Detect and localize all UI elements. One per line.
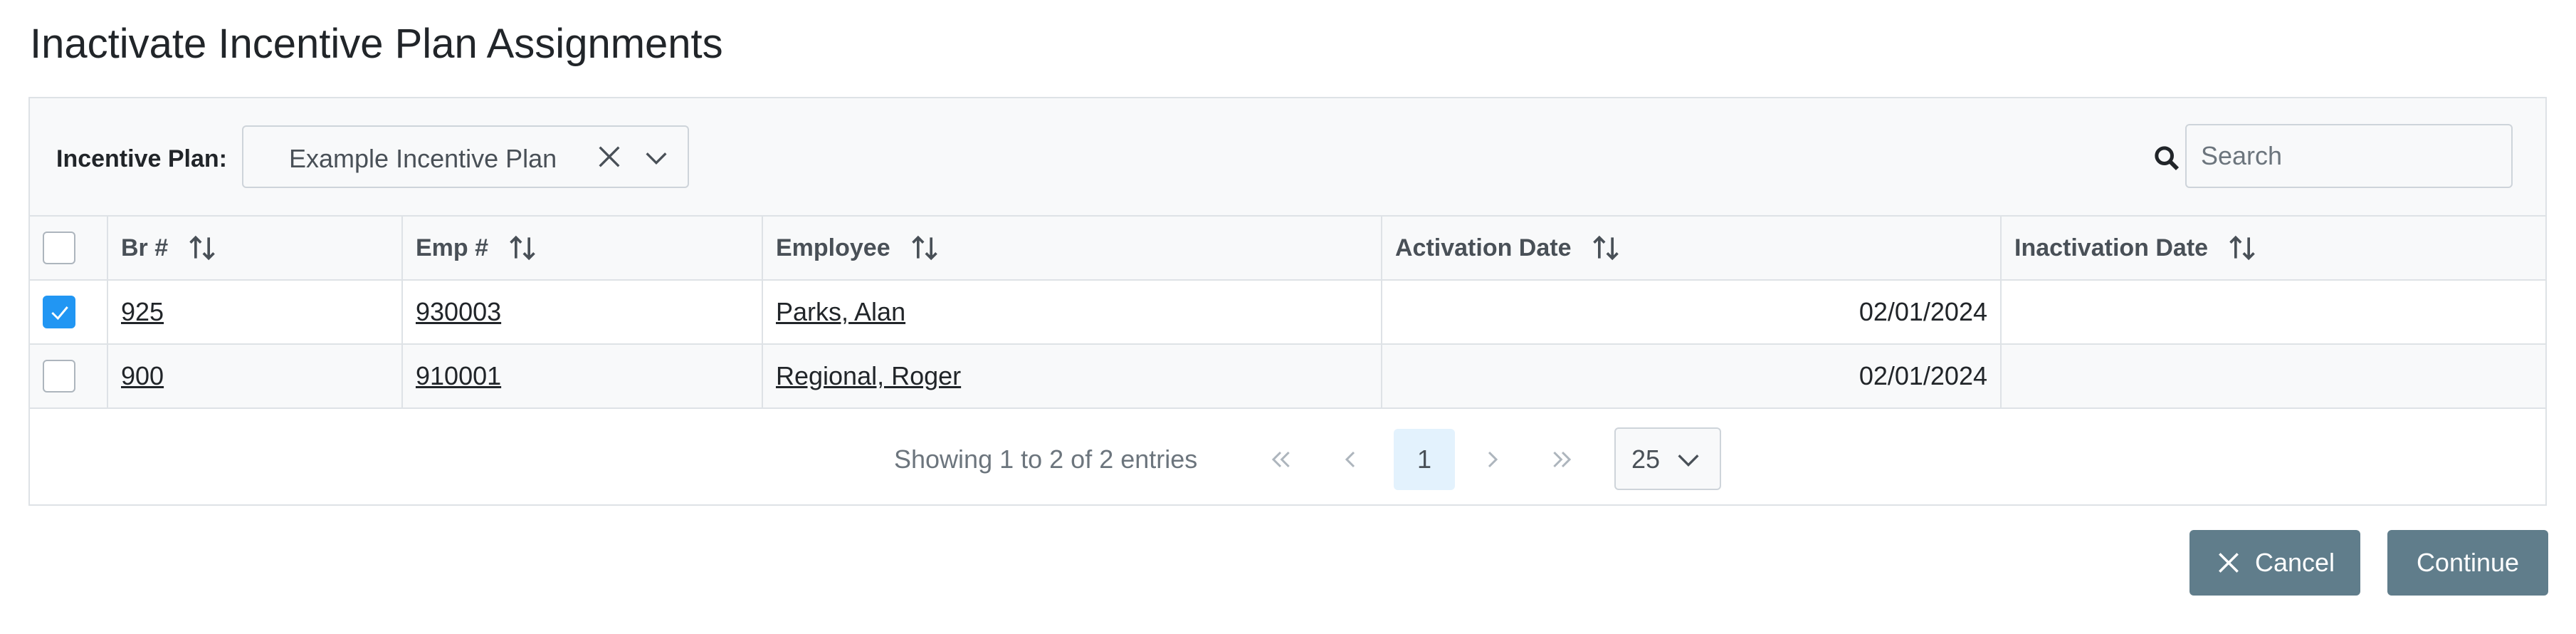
sort-icon[interactable] [1590,232,1621,264]
pagination-info: Showing 1 to 2 of 2 entries [894,445,1198,474]
select-all-cell [30,217,108,279]
sort-icon[interactable] [186,232,218,264]
column-header-label: Emp # [416,234,489,261]
double-chevron-right-icon [1553,451,1572,468]
employee-link[interactable]: Parks, Alan [776,297,905,327]
branch-link[interactable]: 925 [121,297,164,327]
page-title: Inactivate Incentive Plan Assignments [30,21,723,67]
employee-cell: Regional, Roger [763,345,1382,407]
sort-icon[interactable] [507,232,538,264]
inactivation-date-cell [2002,281,2548,343]
column-header-activation-date[interactable]: Activation Date [1382,217,2002,279]
continue-button-label: Continue [2416,548,2520,577]
select-all-checkbox[interactable] [43,232,75,264]
emp-no-link[interactable]: 910001 [416,361,501,391]
sort-icon[interactable] [909,232,940,264]
column-header-label: Activation Date [1395,234,1572,261]
row-select-cell [30,281,108,343]
pagination: Showing 1 to 2 of 2 entries 1 25 [30,409,2545,506]
row-select-cell [30,345,108,407]
page-button-current[interactable]: 1 [1394,429,1455,490]
rows-per-page-select[interactable]: 25 [1614,427,1721,490]
branch-cell: 900 [108,345,403,407]
branch-link[interactable]: 900 [121,361,164,391]
search-input[interactable] [2185,124,2513,188]
close-icon[interactable] [595,142,624,171]
inactivation-date-cell [2002,345,2548,407]
incentive-plan-select[interactable]: Example Incentive Plan [242,125,689,188]
employee-cell: Parks, Alan [763,281,1382,343]
cancel-button[interactable]: Cancel [2189,530,2360,596]
search-icon [2155,146,2180,171]
assignments-panel: Incentive Plan: Example Incentive Plan B… [28,97,2547,506]
row-select-checkbox[interactable] [43,360,75,393]
chevron-down-icon[interactable] [642,144,671,172]
close-icon [2219,553,2239,573]
chevron-left-icon [1345,451,1355,468]
rows-per-page-value: 25 [1631,445,1661,474]
previous-page-button[interactable] [1320,429,1381,490]
first-page-button[interactable] [1250,429,1311,490]
incentive-plan-value: Example Incentive Plan [289,144,557,173]
employee-link[interactable]: Regional, Roger [776,361,961,391]
row-select-checkbox[interactable] [43,296,75,328]
branch-cell: 925 [108,281,403,343]
table-row[interactable]: 925 930003 Parks, Alan 02/01/2024 [30,281,2545,345]
column-header-employee[interactable]: Employee [763,217,1382,279]
filter-toolbar: Incentive Plan: Example Incentive Plan [30,98,2545,217]
chevron-right-icon [1488,451,1498,468]
column-header-inactivation-date[interactable]: Inactivation Date [2002,217,2548,279]
column-header-label: Inactivation Date [2014,234,2209,261]
chevron-down-icon [1678,454,1699,467]
check-icon [51,306,68,321]
emp-no-cell: 910001 [403,345,763,407]
column-header-emp-no[interactable]: Emp # [403,217,763,279]
emp-no-link[interactable]: 930003 [416,297,501,327]
double-chevron-left-icon [1271,451,1290,468]
column-header-label: Br # [121,234,169,261]
activation-date-cell: 02/01/2024 [1382,281,2002,343]
incentive-plan-label: Incentive Plan: [56,145,227,172]
sort-icon[interactable] [2227,232,2258,264]
next-page-button[interactable] [1462,429,1523,490]
table-row[interactable]: 900 910001 Regional, Roger 02/01/2024 [30,345,2545,409]
activation-date-cell: 02/01/2024 [1382,345,2002,407]
table-header-row: Br # Emp # Employee Activation Date Inac… [30,217,2545,281]
column-header-label: Employee [776,234,890,261]
emp-no-cell: 930003 [403,281,763,343]
column-header-branch[interactable]: Br # [108,217,403,279]
last-page-button[interactable] [1532,429,1593,490]
cancel-button-label: Cancel [2254,548,2335,577]
continue-button[interactable]: Continue [2387,530,2548,596]
